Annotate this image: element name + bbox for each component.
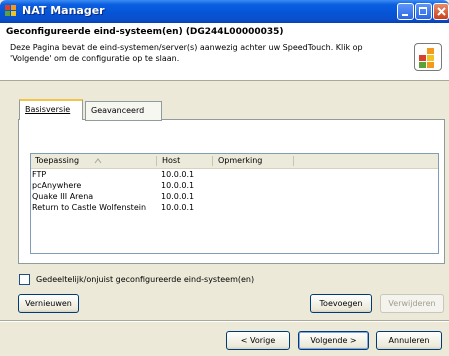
wizard-header: Geconfigureerde eind-systeem(en) (DG244L… [0,23,449,81]
column-divider[interactable] [156,156,157,166]
cell-application: pcAnywhere [32,181,82,190]
tab-label: Basisversie [25,105,71,114]
speedtouch-logo-icon [414,43,442,71]
partial-config-checkbox[interactable] [19,274,30,285]
tab-label: Geavanceerd [91,106,145,115]
cell-host: 10.0.0.1 [161,170,195,179]
cancel-button[interactable]: Annuleren [376,331,442,350]
partial-config-label: Gedeeltelijk/onjuist geconfigureerde ein… [36,275,255,284]
table-row[interactable]: Quake III Arena 10.0.0.1 [31,192,438,203]
divider [0,320,449,322]
column-header-opmerking[interactable]: Opmerking [218,156,262,165]
maximize-icon [419,7,427,15]
cell-host: 10.0.0.1 [161,203,195,212]
add-button[interactable]: Toevoegen [310,294,372,313]
page-title: Geconfigureerde eind-systeem(en) (DG244L… [6,27,284,37]
table-row[interactable]: Return to Castle Wolfenstein 10.0.0.1 [31,203,438,214]
column-header-toepassing[interactable]: Toepassing [35,156,79,165]
tab-geavanceerd[interactable]: Geavanceerd [85,101,162,121]
column-divider[interactable] [212,156,213,166]
column-divider[interactable] [293,156,294,166]
remove-button[interactable]: Verwijderen [380,294,444,313]
cell-host: 10.0.0.1 [161,181,195,190]
table-row[interactable]: pcAnywhere 10.0.0.1 [31,181,438,192]
close-icon [437,7,446,16]
page-description: Deze Pagina bevat de eind-systemen/serve… [10,43,363,63]
table-row[interactable]: FTP 10.0.0.1 [31,170,438,181]
window-title: NAT Manager [22,4,105,17]
column-header-host[interactable]: Host [162,156,180,165]
minimize-icon [402,14,408,16]
tab-basisversie[interactable]: Basisversie [19,99,83,120]
cell-host: 10.0.0.1 [161,192,195,201]
refresh-button[interactable]: Vernieuwen [18,294,79,313]
close-button[interactable] [433,3,449,20]
table-header: Toepassing Host Opmerking [31,154,438,169]
minimize-button[interactable] [397,3,414,20]
maximize-button[interactable] [415,3,432,20]
back-button[interactable]: < Vorige [226,331,290,350]
nat-manager-app-icon [5,5,17,17]
sort-ascending-icon [94,158,102,164]
next-button[interactable]: Volgende > [298,331,369,350]
cell-application: Return to Castle Wolfenstein [32,203,147,212]
cell-application: FTP [32,170,47,179]
title-bar[interactable]: NAT Manager [0,0,449,23]
cell-application: Quake III Arena [32,192,94,201]
applications-table[interactable]: Toepassing Host Opmerking FTP 10.0.0.1 p… [30,153,439,254]
